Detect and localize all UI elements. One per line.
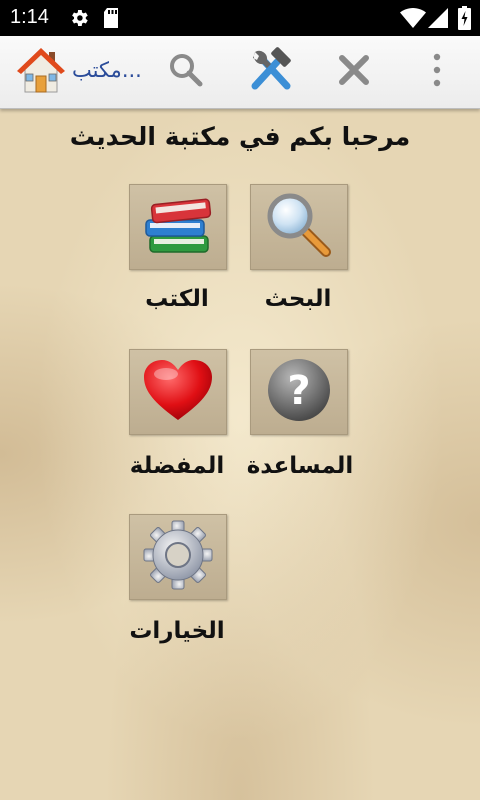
home-icon	[16, 46, 66, 98]
gear-icon	[143, 520, 213, 594]
signal-icon	[428, 8, 448, 32]
tile-books-label: الكتب	[145, 286, 209, 312]
svg-text:?: ?	[287, 368, 310, 414]
tile-help[interactable]: ?	[250, 349, 348, 435]
welcome-heading: مرحبا بكم في مكتبة الحديث	[69, 122, 411, 151]
books-icon	[142, 192, 214, 262]
status-bar: 1:14	[0, 0, 480, 36]
status-time: 1:14	[10, 6, 49, 28]
overflow-menu-button[interactable]	[420, 50, 454, 94]
tile-options[interactable]	[129, 514, 227, 600]
tools-button[interactable]	[244, 44, 298, 100]
tile-favorites-label: المفضلة	[129, 453, 225, 479]
close-icon	[337, 53, 371, 91]
wifi-icon	[400, 8, 426, 32]
question-icon: ?	[266, 357, 332, 427]
search-button[interactable]	[160, 50, 212, 94]
heart-icon	[142, 358, 214, 426]
home-button[interactable]	[14, 46, 68, 98]
sd-card-icon	[102, 7, 120, 33]
tile-help-label: المساعدة	[246, 453, 354, 479]
tile-books[interactable]	[129, 184, 227, 270]
battery-charging-icon	[458, 6, 471, 34]
tile-favorites[interactable]	[129, 349, 227, 435]
app-title: مكتب...	[72, 58, 142, 82]
overflow-menu-icon	[433, 53, 441, 91]
action-bar: مكتب...	[0, 36, 480, 109]
gear-icon	[68, 7, 90, 33]
magnifier-icon	[264, 190, 334, 264]
tile-options-label: الخيارات	[129, 618, 225, 644]
main-content: مرحبا بكم في مكتبة الحديث البحث الكتب ? …	[0, 108, 480, 800]
search-icon	[168, 52, 204, 92]
tools-icon	[247, 46, 295, 98]
tile-search-label: البحث	[264, 286, 332, 312]
tile-search[interactable]	[250, 184, 348, 270]
close-button[interactable]	[330, 50, 378, 94]
